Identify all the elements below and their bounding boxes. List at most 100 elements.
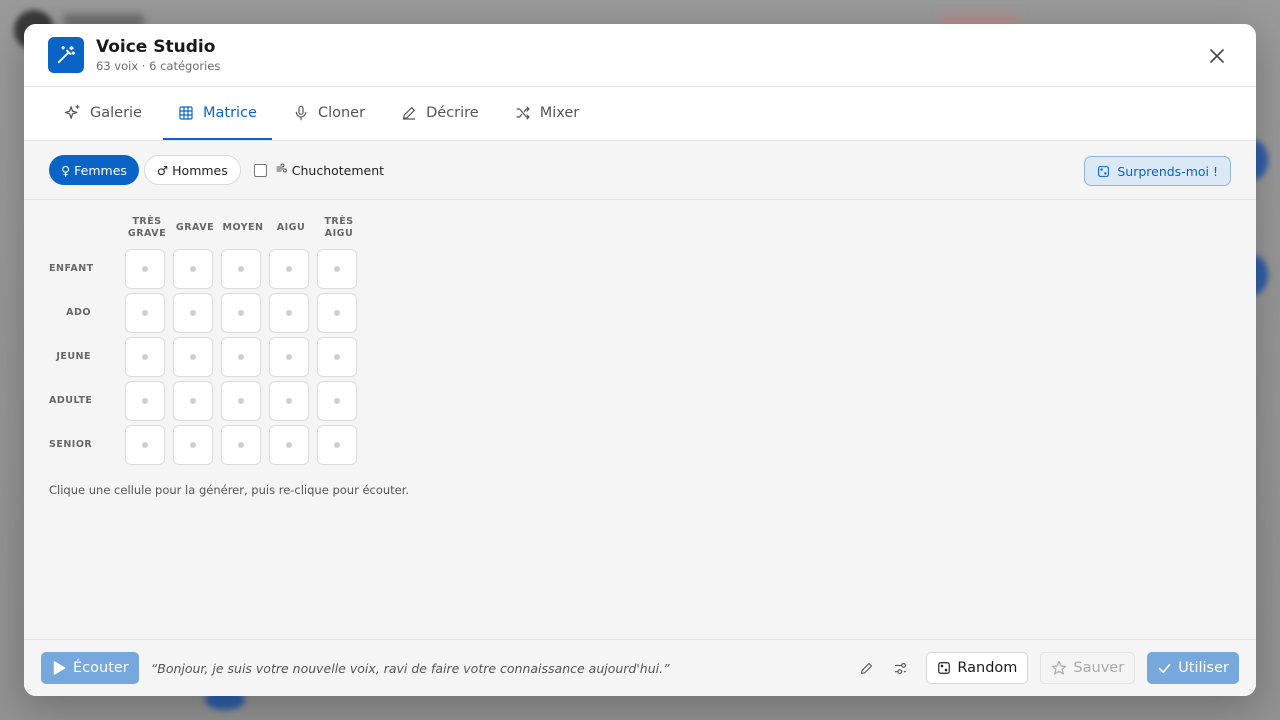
dialog-footer: Écouter “Bonjour, je suis votre nouvelle…	[24, 639, 1256, 696]
matrix-cell[interactable]	[269, 337, 309, 377]
empty-dot-icon	[286, 266, 292, 272]
tab-label: Galerie	[90, 104, 142, 121]
empty-dot-icon	[238, 354, 244, 360]
tab-galerie[interactable]: Galerie	[49, 87, 157, 140]
matrix-cell[interactable]	[125, 249, 165, 289]
chuchotement-checkbox[interactable]	[253, 163, 267, 177]
tab-bar: Galerie Matrice Cloner Décrire Mixer	[24, 87, 1256, 141]
matrix-cell[interactable]	[125, 381, 165, 421]
empty-dot-icon	[334, 398, 340, 404]
column-header-tres-aigu: TRÈS AIGU	[324, 216, 354, 239]
use-button[interactable]: Utiliser	[1147, 652, 1239, 684]
empty-dot-icon	[238, 266, 244, 272]
matrix-cell[interactable]	[221, 293, 261, 333]
magic-wand-icon	[48, 37, 84, 73]
chuchotement-label: Chuchotement	[291, 162, 385, 178]
random-label: Random	[957, 660, 1018, 676]
female-icon: ♀	[61, 162, 71, 178]
filter-bar: ♀ Femmes ♂ Hommes Chuchotement Surprends…	[24, 141, 1256, 200]
settings-button[interactable]	[886, 654, 914, 682]
shuffle-icon	[516, 105, 530, 120]
hommes-label: Hommes	[172, 162, 228, 178]
empty-dot-icon	[142, 310, 148, 316]
listen-button[interactable]: Écouter	[41, 652, 139, 684]
matrix-cell[interactable]	[317, 337, 357, 377]
save-button[interactable]: Sauver	[1040, 652, 1136, 684]
matrix-cell[interactable]	[317, 381, 357, 421]
preview-text: “Bonjour, je suis votre nouvelle voix, r…	[150, 660, 670, 676]
row-header-enfant: ENFANT	[49, 263, 94, 274]
matrix-cell[interactable]	[269, 249, 309, 289]
matrix-cell[interactable]	[173, 337, 213, 377]
empty-dot-icon	[238, 398, 244, 404]
hommes-toggle[interactable]: ♂ Hommes	[143, 155, 241, 185]
dialog-title: Voice Studio	[96, 37, 216, 57]
empty-dot-icon	[190, 398, 196, 404]
empty-dot-icon	[190, 442, 196, 448]
tab-decrire[interactable]: Décrire	[386, 87, 494, 140]
matrix-cell[interactable]	[221, 249, 261, 289]
pencil-icon	[403, 106, 416, 120]
tab-mixer[interactable]: Mixer	[500, 87, 595, 140]
matrix-cell[interactable]	[125, 425, 165, 465]
matrix-cell[interactable]	[173, 425, 213, 465]
male-icon: ♂	[156, 162, 169, 178]
close-icon	[1210, 49, 1224, 63]
empty-dot-icon	[334, 354, 340, 360]
sliders-icon	[894, 662, 906, 674]
edit-text-button[interactable]	[852, 654, 880, 682]
matrix-cell[interactable]	[269, 293, 309, 333]
tab-label: Mixer	[539, 104, 580, 121]
matrix-cell[interactable]	[221, 425, 261, 465]
tab-cloner[interactable]: Cloner	[278, 87, 380, 140]
empty-dot-icon	[286, 442, 292, 448]
matrix-cell[interactable]	[173, 293, 213, 333]
empty-dot-icon	[142, 442, 148, 448]
empty-dot-icon	[286, 310, 292, 316]
play-icon	[53, 661, 66, 675]
matrix-cell[interactable]	[269, 381, 309, 421]
tab-matrice[interactable]: Matrice	[162, 87, 272, 140]
matrix-cell[interactable]	[125, 293, 165, 333]
matrix-hint: Clique une cellule pour la générer, puis…	[49, 483, 410, 497]
matrix-cell[interactable]	[221, 337, 261, 377]
matrix-cell[interactable]	[221, 381, 261, 421]
empty-dot-icon	[190, 266, 196, 272]
femmes-label: Femmes	[74, 162, 127, 178]
listen-label: Écouter	[73, 660, 129, 676]
empty-dot-icon	[286, 354, 292, 360]
tab-label: Décrire	[426, 104, 479, 121]
check-icon	[1158, 663, 1171, 673]
matrix-cell[interactable]	[317, 293, 357, 333]
empty-dot-icon	[142, 354, 148, 360]
empty-dot-icon	[334, 310, 340, 316]
chuchotement-option[interactable]: Chuchotement	[253, 162, 385, 178]
random-button[interactable]: Random	[926, 652, 1029, 684]
close-button[interactable]	[1206, 45, 1228, 67]
row-header-ado: ADO	[66, 307, 91, 318]
empty-dot-icon	[142, 398, 148, 404]
empty-dot-icon	[238, 310, 244, 316]
surprise-button[interactable]: Surprends-moi !	[1084, 156, 1231, 186]
empty-dot-icon	[286, 398, 292, 404]
matrix-cell[interactable]	[125, 337, 165, 377]
row-header-jeune: JEUNE	[56, 351, 91, 362]
empty-dot-icon	[334, 442, 340, 448]
voice-studio-dialog: Voice Studio 63 voix · 6 catégories Gale…	[24, 24, 1256, 696]
star-icon	[1052, 660, 1067, 675]
empty-dot-icon	[190, 310, 196, 316]
matrix-cell[interactable]	[317, 249, 357, 289]
grid-icon	[179, 105, 193, 120]
matrix-cell[interactable]	[173, 249, 213, 289]
dialog-header: Voice Studio 63 voix · 6 catégories	[24, 24, 1256, 87]
dialog-subtitle: 63 voix · 6 catégories	[96, 59, 221, 73]
matrix-cell[interactable]	[269, 425, 309, 465]
dice-icon	[1098, 165, 1110, 177]
matrix-cell[interactable]	[317, 425, 357, 465]
tab-label: Cloner	[317, 104, 366, 121]
column-header-aigu: AIGU	[276, 222, 306, 233]
femmes-toggle[interactable]: ♀ Femmes	[49, 155, 139, 185]
matrix-cell[interactable]	[173, 381, 213, 421]
column-header-grave: GRAVE	[175, 222, 215, 233]
tab-label: Matrice	[202, 104, 257, 121]
